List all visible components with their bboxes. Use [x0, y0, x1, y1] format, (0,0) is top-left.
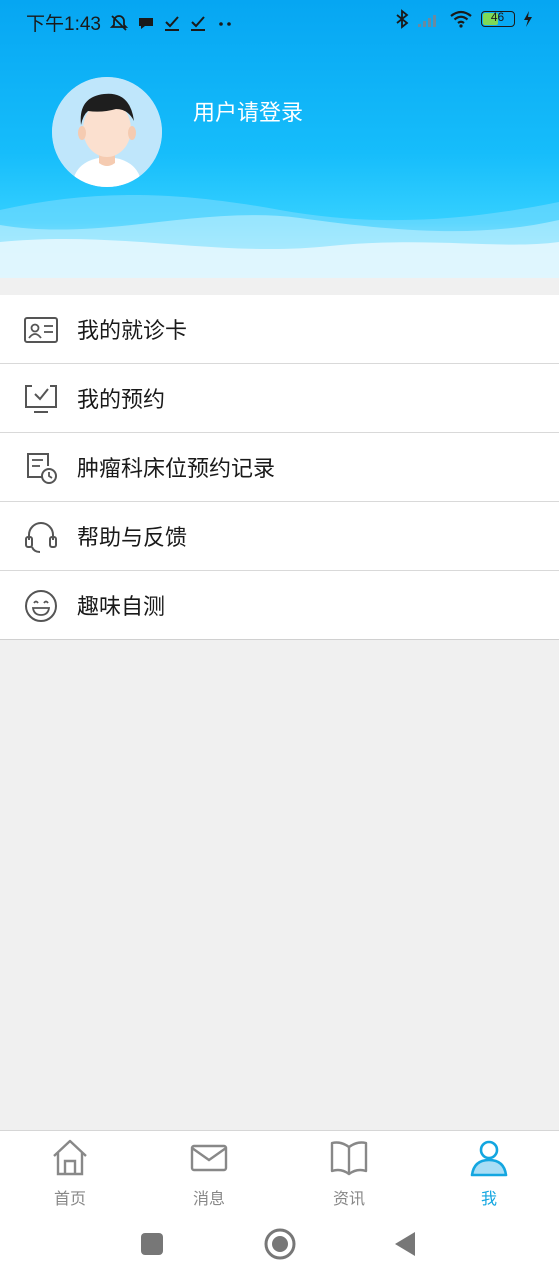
- recent-apps-button[interactable]: [140, 1232, 164, 1256]
- menu-label: 我的预约: [77, 388, 166, 413]
- tab-label: 首页: [53, 1189, 86, 1208]
- profile-menu: 我的就诊卡 我的预约 肿瘤科床位预约记录 帮助与反馈 趣味自测: [0, 295, 559, 640]
- status-time: 下午1:43: [26, 14, 101, 35]
- menu-label: 帮助与反馈: [77, 526, 188, 551]
- avatar[interactable]: [52, 77, 162, 187]
- book-icon: [330, 1141, 368, 1176]
- id-card-icon: [24, 317, 58, 343]
- tab-me[interactable]: 我: [419, 1131, 559, 1213]
- tab-news[interactable]: 资讯: [279, 1131, 419, 1213]
- wifi-icon: [450, 10, 472, 28]
- menu-label: 我的就诊卡: [77, 319, 188, 344]
- monitor-check-icon: [25, 385, 57, 413]
- chat-bubble-icon: [138, 17, 153, 29]
- bottom-tab-bar: 首页 消息 资讯 我: [0, 1130, 559, 1213]
- home-icon: [53, 1139, 87, 1176]
- login-prompt[interactable]: 用户请登录: [193, 95, 303, 127]
- bell-off-icon: [109, 14, 129, 31]
- document-clock-icon: [27, 453, 57, 484]
- menu-item-help-feedback[interactable]: 帮助与反馈: [0, 502, 559, 571]
- status-bar: 下午1:43 46: [0, 0, 559, 42]
- tab-label: 消息: [192, 1189, 225, 1208]
- user-icon: [470, 1140, 508, 1177]
- tab-messages[interactable]: 消息: [139, 1131, 279, 1213]
- system-nav-bar: [0, 1212, 559, 1280]
- menu-label: 肿瘤科床位预约记录: [77, 457, 276, 482]
- menu-item-appointments[interactable]: 我的预约: [0, 364, 559, 433]
- charging-icon: [524, 11, 532, 27]
- more-dots-icon: [219, 21, 231, 26]
- download-check-icon: [164, 15, 179, 31]
- tab-label: 我: [480, 1189, 497, 1208]
- battery-indicator: 46: [481, 10, 515, 27]
- tab-label: 资讯: [332, 1189, 365, 1208]
- back-button[interactable]: [393, 1230, 417, 1258]
- default-avatar-icon: [52, 77, 162, 187]
- headset-icon: [25, 522, 57, 553]
- signal-icon: [418, 15, 436, 27]
- download-check-icon: [190, 15, 205, 31]
- bluetooth-icon: [396, 9, 409, 29]
- home-button[interactable]: [263, 1227, 297, 1261]
- menu-item-medical-card[interactable]: 我的就诊卡: [0, 295, 559, 364]
- battery-level: 46: [490, 10, 505, 24]
- mail-icon: [190, 1144, 228, 1172]
- header-waves: [0, 195, 559, 278]
- menu-item-oncology-bed-records[interactable]: 肿瘤科床位预约记录: [0, 433, 559, 502]
- menu-label: 趣味自测: [77, 595, 166, 620]
- tab-home[interactable]: 首页: [0, 1131, 140, 1213]
- smile-face-icon: [25, 590, 57, 622]
- menu-item-fun-self-test[interactable]: 趣味自测: [0, 571, 559, 640]
- profile-header: 下午1:43 46 用户请登录: [0, 0, 559, 278]
